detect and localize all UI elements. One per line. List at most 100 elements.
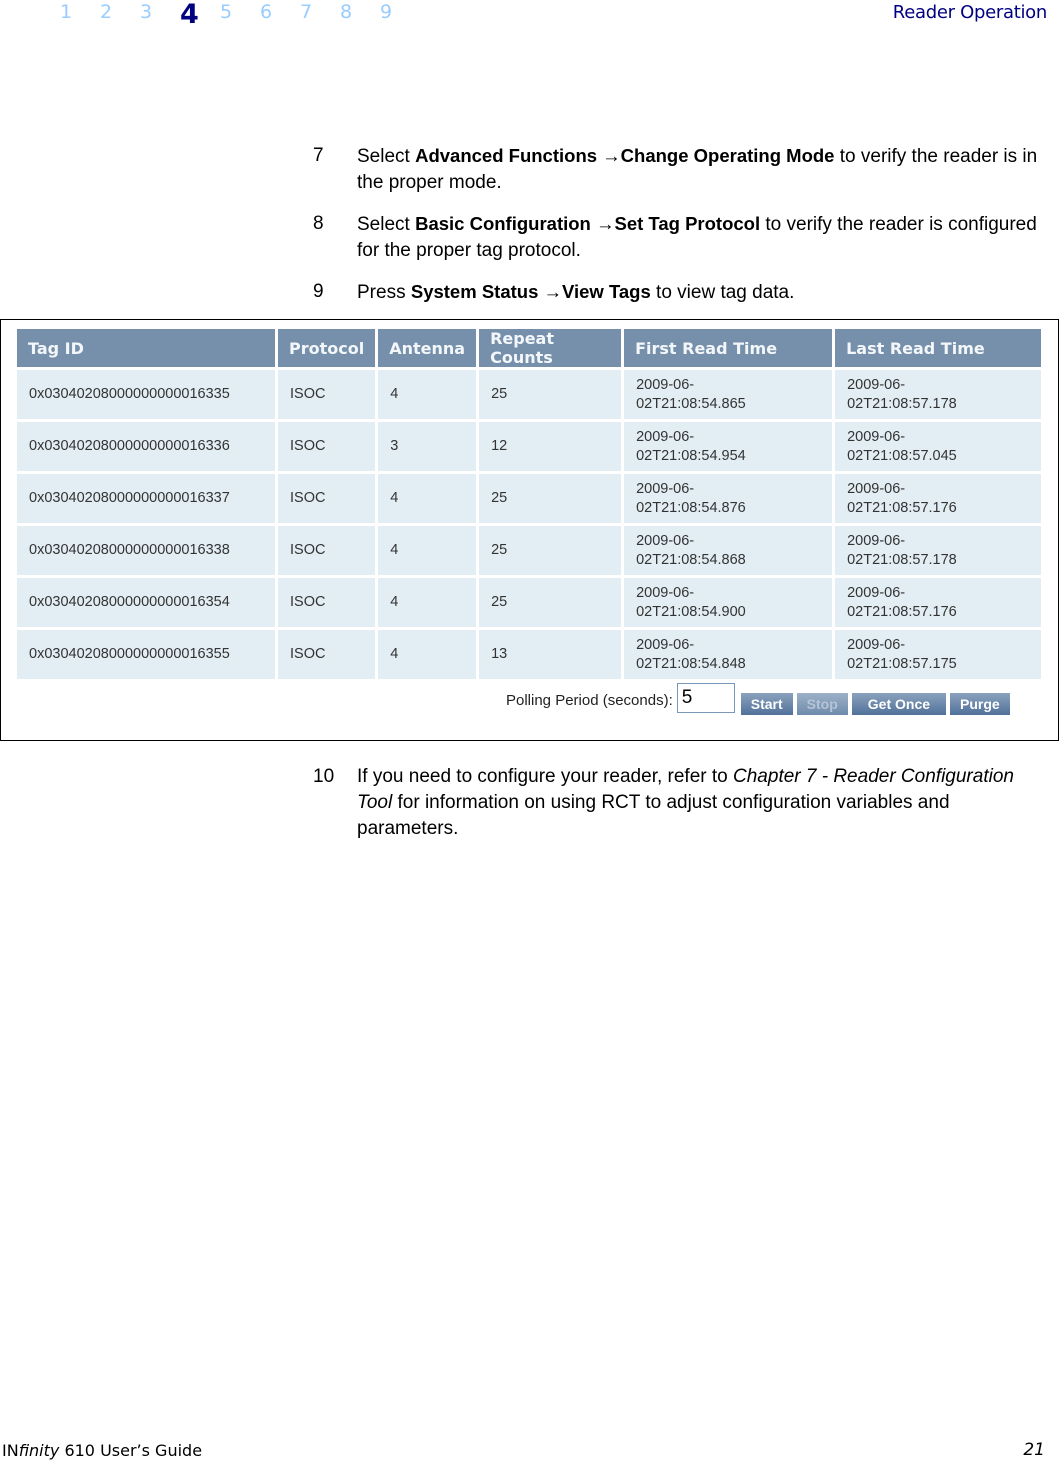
chapter-link-7[interactable]: 7 xyxy=(300,0,340,24)
chapter-link-5[interactable]: 5 xyxy=(220,0,260,24)
timestamp-time: 02T21:08:57.045 xyxy=(847,447,957,464)
step-9: 9 Press System Status →View Tags to view … xyxy=(313,279,1043,306)
step-text: Select Basic Configuration →Set Tag Prot… xyxy=(357,211,1043,264)
chapter-link-4[interactable]: 4 xyxy=(180,0,220,32)
step-text-part: Select xyxy=(357,214,416,235)
cell-antenna: 4 xyxy=(378,526,477,575)
table-row: 0x03040208000000000016355 ISOC 4 13 2009-06-… xyxy=(17,630,1042,679)
timestamp-date: 2009-06- xyxy=(636,532,695,549)
timestamp-date: 2009-06- xyxy=(847,480,906,497)
cell-first-read-time: 2009-06- 02T21:08:54.954 xyxy=(624,422,833,471)
cell-first-read-time: 2009-06- 02T21:08:54.865 xyxy=(624,370,833,419)
polling-period-input[interactable] xyxy=(676,683,735,713)
product-italic: finity xyxy=(18,1441,60,1460)
cell-tag-id: 0x03040208000000000016336 xyxy=(17,422,275,471)
column-header-first-read-time[interactable]: First Read Time xyxy=(624,329,833,367)
stop-button[interactable]: Stop xyxy=(796,693,848,715)
page-number: 21 xyxy=(1023,1440,1045,1460)
step-text-part: to view tag data. xyxy=(650,282,795,303)
get-once-button[interactable]: Get Once xyxy=(851,693,947,715)
cell-repeat-counts: 25 xyxy=(479,474,622,523)
table-row: 0x03040208000000000016338 ISOC 4 25 2009-06-… xyxy=(17,526,1042,575)
product-suffix: 610 User’s Guide xyxy=(59,1441,203,1460)
step-number: 8 xyxy=(313,213,324,234)
cell-first-read-time: 2009-06- 02T21:08:54.848 xyxy=(624,630,833,679)
cell-last-read-time: 2009-06- 02T21:08:57.176 xyxy=(835,474,1042,523)
timestamp-date: 2009-06- xyxy=(847,428,906,445)
timestamp-date: 2009-06- xyxy=(636,636,695,653)
cell-antenna: 4 xyxy=(378,370,477,419)
cell-antenna: 3 xyxy=(378,422,477,471)
chapter-link-9[interactable]: 9 xyxy=(380,0,420,24)
cell-tag-id: 0x03040208000000000016355 xyxy=(17,630,275,679)
menu-path: Basic Configuration →Set Tag Protocol xyxy=(415,213,761,234)
menu-path: Advanced Functions →Change Operating Mod… xyxy=(415,145,835,166)
timestamp-time: 02T21:08:54.876 xyxy=(636,499,746,516)
tag-table: Tag ID Protocol Antenna Repeat Counts First … xyxy=(14,326,1044,682)
column-header-antenna[interactable]: Antenna xyxy=(378,329,477,367)
step-text-part: Press xyxy=(357,282,411,303)
timestamp-date: 2009-06- xyxy=(847,376,906,393)
table-row: 0x03040208000000000016335 ISOC 4 25 2009-06-… xyxy=(17,370,1042,419)
chapter-link-6[interactable]: 6 xyxy=(260,0,300,24)
cell-protocol: ISOC xyxy=(278,578,376,627)
step-number: 7 xyxy=(313,145,324,166)
cell-last-read-time: 2009-06- 02T21:08:57.178 xyxy=(835,526,1042,575)
cell-last-read-time: 2009-06- 02T21:08:57.175 xyxy=(835,630,1042,679)
cell-repeat-counts: 25 xyxy=(479,370,622,419)
step-10: 10 If you need to configure your reader, … xyxy=(313,764,1043,842)
timestamp-time: 02T21:08:57.178 xyxy=(847,551,957,568)
polling-controls: Polling Period (seconds): Start Stop Get… xyxy=(506,683,1014,715)
step-text-part: Select xyxy=(357,146,416,167)
step-number: 10 xyxy=(313,766,335,787)
cell-protocol: ISOC xyxy=(278,370,376,419)
timestamp-date: 2009-06- xyxy=(847,532,906,549)
chapter-link-8[interactable]: 8 xyxy=(340,0,380,24)
footer-guide-title: INfinity 610 User’s Guide xyxy=(2,1441,202,1460)
chapter-link-1[interactable]: 1 xyxy=(60,0,100,24)
column-header-protocol[interactable]: Protocol xyxy=(278,329,376,367)
timestamp-time: 02T21:08:54.954 xyxy=(636,447,746,464)
cell-tag-id: 0x03040208000000000016337 xyxy=(17,474,275,523)
chapter-link-2[interactable]: 2 xyxy=(100,0,140,24)
step-text: Select Advanced Functions →Change Operat… xyxy=(357,143,1043,196)
cell-last-read-time: 2009-06- 02T21:08:57.178 xyxy=(835,370,1042,419)
cell-repeat-counts: 13 xyxy=(479,630,622,679)
view-tags-screenshot: Tag ID Protocol Antenna Repeat Counts First … xyxy=(0,319,1059,741)
timestamp-date: 2009-06- xyxy=(636,428,695,445)
table-row: 0x03040208000000000016336 ISOC 3 12 2009-06-… xyxy=(17,422,1042,471)
step-text: If you need to configure your reader, re… xyxy=(357,764,1043,842)
table-row: 0x03040208000000000016337 ISOC 4 25 2009-06-… xyxy=(17,474,1042,523)
timestamp-time: 02T21:08:57.176 xyxy=(847,499,957,516)
start-button[interactable]: Start xyxy=(740,693,793,715)
cell-repeat-counts: 25 xyxy=(479,578,622,627)
cell-antenna: 4 xyxy=(378,578,477,627)
cell-protocol: ISOC xyxy=(278,526,376,575)
menu-path: System Status →View Tags xyxy=(410,281,651,302)
tag-table-header: Tag ID Protocol Antenna Repeat Counts First … xyxy=(17,329,1042,367)
timestamp-date: 2009-06- xyxy=(847,636,906,653)
timestamp-time: 02T21:08:57.178 xyxy=(847,395,957,412)
timestamp-time: 02T21:08:57.176 xyxy=(847,603,957,620)
cell-antenna: 4 xyxy=(378,630,477,679)
cell-protocol: ISOC xyxy=(278,422,376,471)
table-row: 0x03040208000000000016354 ISOC 4 25 2009-06-… xyxy=(17,578,1042,627)
timestamp-date: 2009-06- xyxy=(636,376,695,393)
cell-protocol: ISOC xyxy=(278,474,376,523)
column-header-repeat-counts[interactable]: Repeat Counts xyxy=(479,329,622,367)
timestamp-date: 2009-06- xyxy=(636,584,695,601)
step-number: 9 xyxy=(313,281,324,302)
step-text: Press System Status →View Tags to view t… xyxy=(357,279,1043,306)
column-header-last-read-time[interactable]: Last Read Time xyxy=(835,329,1042,367)
timestamp-time: 02T21:08:54.900 xyxy=(636,603,746,620)
timestamp-time: 02T21:08:54.868 xyxy=(636,551,746,568)
cell-repeat-counts: 12 xyxy=(479,422,622,471)
purge-button[interactable]: Purge xyxy=(950,693,1010,715)
chapter-link-3[interactable]: 3 xyxy=(140,0,180,24)
timestamp-date: 2009-06- xyxy=(847,584,906,601)
step-7: 7 Select Advanced Functions →Change Opera… xyxy=(313,143,1043,196)
section-title: Reader Operation xyxy=(892,2,1048,23)
step-text-part: for information on using RCT to adjust c… xyxy=(357,792,950,839)
column-header-tag-id[interactable]: Tag ID xyxy=(17,329,275,367)
cell-first-read-time: 2009-06- 02T21:08:54.868 xyxy=(624,526,833,575)
